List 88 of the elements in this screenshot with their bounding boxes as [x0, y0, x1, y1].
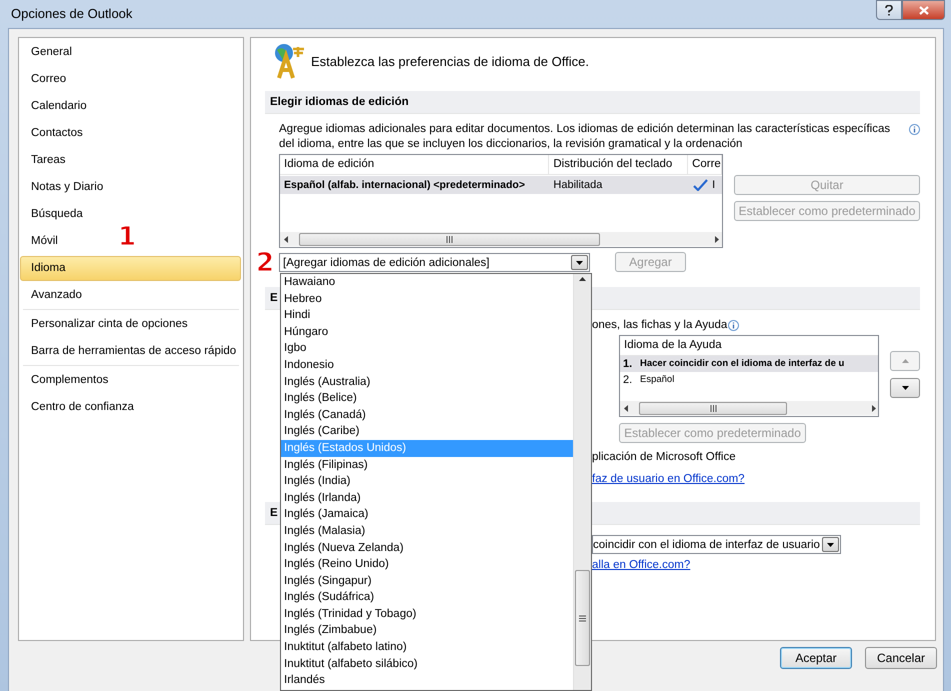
up-arrow-icon: [902, 359, 908, 363]
dropdown-option[interactable]: Inglés (Filipinas): [281, 456, 573, 474]
ok-button[interactable]: Aceptar: [780, 647, 852, 669]
sidebar-item[interactable]: Centro de confianza: [20, 394, 145, 421]
spelling-check-icon: [692, 179, 708, 191]
dropdown-option[interactable]: Inglés (Malasia): [281, 522, 573, 540]
column-header[interactable]: Idioma de edición: [280, 155, 550, 174]
sidebar-item[interactable]: Tareas: [20, 147, 77, 174]
sidebar-item[interactable]: Calendario: [20, 93, 98, 120]
dropdown-option[interactable]: Irlandés: [281, 672, 573, 689]
sidebar-item[interactable]: Búsqueda: [20, 201, 94, 228]
cancel-button[interactable]: Cancelar: [865, 647, 937, 669]
list-item-text: Español: [640, 373, 674, 387]
sidebar-item[interactable]: Complementos: [20, 367, 120, 394]
down-arrow-icon: [902, 386, 908, 390]
dropdown-option[interactable]: Inglés (Singapur): [281, 572, 573, 590]
scrollbar[interactable]: [573, 274, 591, 690]
grip-icon: [710, 404, 716, 412]
dropdown-option[interactable]: Húngaro: [281, 324, 573, 340]
dropdown-option[interactable]: Igbo: [281, 340, 573, 357]
dropdown-option[interactable]: Inuktitut (alfabeto latino): [281, 639, 573, 656]
scrollbar-thumb[interactable]: [575, 570, 590, 666]
window-title: Opciones de Outlook: [11, 6, 134, 20]
dropdown-option[interactable]: Inglés (Canadá): [281, 406, 573, 424]
row-number: 2.: [623, 373, 632, 388]
help-button[interactable]: [876, 0, 902, 20]
table-cell-text: I: [712, 178, 716, 193]
list-row[interactable]: 1. Hacer coincidir con el idioma de interfaz de u: [620, 356, 878, 372]
list-row[interactable]: 2. Español: [620, 372, 878, 388]
dropdown-option[interactable]: Inglés (Australia): [281, 374, 573, 390]
section-header: Elegir idiomas de edición: [265, 91, 920, 114]
column-header[interactable]: Corre: [688, 155, 722, 174]
scroll-left-icon[interactable]: [284, 236, 288, 242]
scroll-left-icon[interactable]: [624, 404, 628, 412]
info-icon[interactable]: [909, 124, 920, 135]
sidebar-item[interactable]: Contactos: [20, 120, 94, 147]
table-cell-text: Español (alfab. internacional) <predeterminado>: [284, 178, 525, 193]
horizontal-scrollbar[interactable]: [280, 232, 722, 246]
scroll-up-icon[interactable]: [579, 277, 586, 281]
sidebar-item[interactable]: Personalizar cinta de opciones: [20, 311, 199, 338]
scrollbar-thumb[interactable]: [639, 402, 787, 414]
dropdown-option[interactable]: Inglés (Jamaica): [281, 506, 573, 523]
dropdown-option[interactable]: Hebreo: [281, 290, 573, 308]
scrollbar-thumb[interactable]: [299, 232, 600, 246]
sidebar-item[interactable]: General: [20, 39, 83, 66]
tooltip-language-select[interactable]: coincidir con el idioma de interfaz de usuario: [592, 535, 841, 554]
help-icon: [885, 4, 893, 16]
column-header[interactable]: Distribución del teclado: [549, 155, 688, 174]
sidebar-item[interactable]: Notas y Diario: [20, 174, 114, 201]
page-title: Establezca las preferencias de idioma de Office.: [311, 54, 589, 68]
sidebar-item[interactable]: Barra de herramientas de acceso rápido: [20, 338, 248, 365]
dropdown-option[interactable]: Inglés (Trinidad y Tobago): [281, 606, 573, 622]
description-text: Agregue idiomas adicionales para editar documentos. Los idiomas de edición determinan las características específicas del idioma, entre las que se incluyen los diccionarios, la revisión gramatical y la ordenación: [279, 122, 892, 152]
table-cell-text: Habilitada: [553, 178, 602, 193]
dropdown-option[interactable]: Inglés (Belice): [281, 390, 573, 407]
grip-icon: [446, 236, 453, 242]
caret-icon: [576, 260, 583, 264]
help-link[interactable]: faz de usuario en Office.com?: [592, 473, 745, 485]
dropdown-option[interactable]: Inglés (Caribe): [281, 423, 573, 440]
info-icon[interactable]: [728, 320, 740, 330]
dropdown-option[interactable]: Inglés (India): [281, 473, 573, 490]
caret-icon: [826, 542, 834, 546]
sidebar-item[interactable]: Idioma: [20, 256, 241, 281]
row-number: 1.: [623, 357, 632, 372]
list-item-text: Hacer coincidir con el idioma de interfaz de u: [640, 357, 844, 371]
table-row[interactable]: Español (alfab. internacional) <predeterminado> Habilitada I: [280, 176, 722, 194]
sidebar-item[interactable]: Avanzado: [20, 282, 93, 309]
add-language-combo[interactable]: [Agregar idiomas de edición adicionales]: [279, 253, 590, 272]
dropdown-option[interactable]: Inglés (Sudáfrica): [281, 589, 573, 606]
close-button[interactable]: [902, 0, 945, 20]
dropdown-option[interactable]: Inuktitut (alfabeto silábico): [281, 656, 573, 672]
scroll-right-icon[interactable]: [715, 236, 719, 242]
help-link[interactable]: alla en Office.com?: [592, 559, 690, 571]
dropdown-option[interactable]: Inglés (Zimbabue): [281, 622, 573, 640]
dropdown-option[interactable]: Hindi: [281, 307, 573, 324]
grip-icon: [579, 614, 586, 622]
scroll-right-icon[interactable]: [872, 404, 876, 412]
sidebar-item[interactable]: Móvil: [20, 228, 69, 255]
column-header[interactable]: Idioma de la Ayuda: [620, 336, 878, 355]
dropdown-option[interactable]: Indonesio: [281, 356, 573, 374]
horizontal-scrollbar[interactable]: [620, 401, 878, 415]
section-text: plicación de Microsoft Office: [592, 451, 736, 463]
section-text: ones, las fichas y la Ayuda: [592, 319, 728, 331]
close-icon: [918, 6, 928, 14]
dropdown-option[interactable]: Inglés (Reino Unido): [281, 556, 573, 573]
dropdown-option[interactable]: Inglés (Nueva Zelanda): [281, 540, 573, 556]
sidebar-item[interactable]: Correo: [20, 66, 78, 93]
move-down-button[interactable]: [890, 378, 920, 398]
